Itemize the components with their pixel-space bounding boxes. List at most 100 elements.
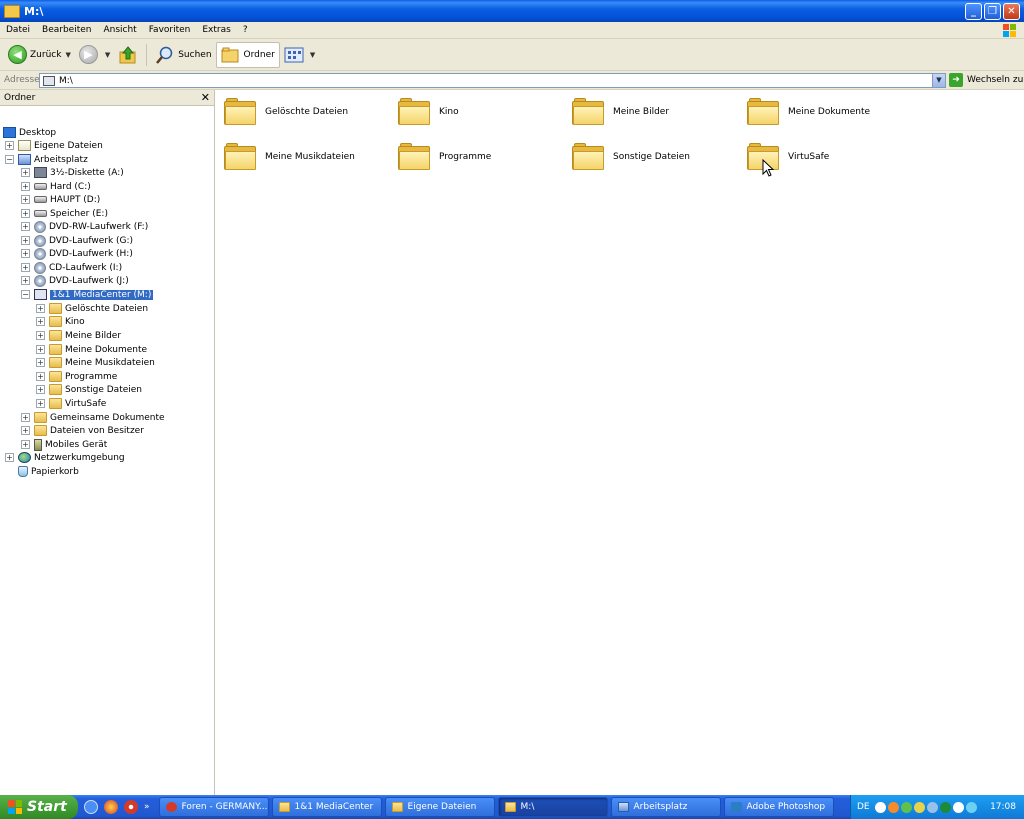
expand-icon[interactable]: + [36, 372, 45, 381]
chevron-down-icon[interactable]: ▼ [105, 51, 110, 59]
collapse-icon[interactable]: − [5, 155, 14, 164]
language-indicator[interactable]: DE [857, 802, 870, 812]
expand-icon[interactable]: + [21, 236, 30, 245]
task-mediacenter[interactable]: 1&1 MediaCenter [271, 797, 382, 817]
folder-item-kino[interactable]: Kino [398, 98, 459, 126]
tree-item-meine-bilder[interactable]: + Meine Bilder [36, 329, 121, 342]
folder-item-meine-dokumente[interactable]: Meine Dokumente [747, 98, 870, 126]
collapse-icon[interactable]: − [21, 290, 30, 299]
expand-icon[interactable]: + [36, 358, 45, 367]
expand-icon[interactable]: + [36, 331, 45, 340]
tree-item-eigene-dateien[interactable]: + Eigene Dateien [5, 139, 103, 152]
opera-icon[interactable] [124, 800, 138, 814]
menu-ansicht[interactable]: Ansicht [97, 25, 142, 35]
expand-icon[interactable]: + [21, 440, 30, 449]
expand-icon[interactable]: + [21, 426, 30, 435]
expand-icon[interactable]: + [21, 209, 30, 218]
tree-item-geloeschte-dateien[interactable]: + Gelöschte Dateien [36, 302, 148, 315]
search-button[interactable]: Suchen [151, 42, 215, 68]
tree-item-meine-musikdateien[interactable]: + Meine Musikdateien [36, 356, 155, 369]
menu-bearbeiten[interactable]: Bearbeiten [36, 25, 97, 35]
expand-icon[interactable]: + [5, 141, 14, 150]
antivirus-icon[interactable] [939, 801, 951, 813]
tree-item-mediacenter-m[interactable]: − 1&1 MediaCenter (M:) [21, 288, 154, 301]
views-button[interactable]: ▼ [280, 42, 319, 68]
menu-favoriten[interactable]: Favoriten [143, 25, 197, 35]
chevron-right-icon[interactable]: » [144, 802, 150, 812]
folder-item-sonstige-dateien[interactable]: Sonstige Dateien [572, 143, 690, 171]
browser-icon[interactable] [84, 800, 98, 814]
expand-icon[interactable]: + [21, 276, 30, 285]
tree-item-dvd-g[interactable]: + DVD-Laufwerk (G:) [21, 234, 133, 247]
tree-item-kino[interactable]: + Kino [36, 315, 85, 328]
folders-button[interactable]: Ordner [215, 41, 280, 68]
firefox-icon[interactable] [887, 801, 899, 813]
folder-item-meine-bilder[interactable]: Meine Bilder [572, 98, 669, 126]
back-arrow-icon[interactable] [874, 801, 886, 813]
menu-extras[interactable]: Extras [196, 25, 236, 35]
folder-item-geloeschte-dateien[interactable]: Gelöschte Dateien [224, 98, 348, 126]
tree-item-gemeinsame-dokumente[interactable]: + Gemeinsame Dokumente [21, 411, 165, 424]
tree-item-dateien-von-besitzer[interactable]: + Dateien von Besitzer [21, 424, 144, 437]
expand-icon[interactable]: + [21, 195, 30, 204]
tree-item-dvd-h[interactable]: + DVD-Laufwerk (H:) [21, 247, 133, 260]
expand-icon[interactable]: + [21, 182, 30, 191]
forward-button[interactable]: ▶ ▼ [75, 42, 114, 68]
expand-icon[interactable]: + [21, 263, 30, 272]
expand-icon[interactable]: + [21, 222, 30, 231]
tree-item-desktop[interactable]: Desktop [3, 126, 56, 139]
tree-item-netzwerkumgebung[interactable]: + Netzwerkumgebung [5, 451, 125, 464]
folder-item-meine-musikdateien[interactable]: Meine Musikdateien [224, 143, 355, 171]
shield-icon[interactable] [900, 801, 912, 813]
messenger-icon[interactable] [965, 801, 977, 813]
expand-icon[interactable]: + [21, 413, 30, 422]
minimize-button[interactable]: _ [965, 2, 982, 20]
start-button[interactable]: Start [0, 795, 78, 819]
folder-item-virtusafe[interactable]: VirtuSafe [747, 143, 829, 171]
chevron-down-icon[interactable]: ▼ [932, 74, 945, 87]
chevron-down-icon[interactable]: ▼ [65, 51, 70, 59]
task-eigene-dateien[interactable]: Eigene Dateien [384, 797, 495, 817]
clock[interactable]: 17:08 [990, 802, 1016, 812]
tree-item-arbeitsplatz[interactable]: − Arbeitsplatz [5, 153, 88, 166]
menu-help[interactable]: ? [237, 25, 254, 35]
menu-datei[interactable]: Datei [0, 25, 36, 35]
tree-item-programme[interactable]: + Programme [36, 370, 117, 383]
tree-item-hard-c[interactable]: + Hard (C:) [21, 180, 91, 193]
chevron-down-icon[interactable]: ▼ [310, 51, 315, 59]
tree-item-meine-dokumente[interactable]: + Meine Dokumente [36, 343, 147, 356]
back-button[interactable]: ◀ Zurück ▼ [4, 42, 75, 68]
tree-item-mobiles-geraet[interactable]: + Mobiles Gerät [21, 438, 107, 451]
tree-item-haupt-d[interactable]: + HAUPT (D:) [21, 193, 100, 206]
maximize-button[interactable]: ❐ [984, 2, 1001, 20]
network-icon[interactable] [926, 801, 938, 813]
tree-item-dvd-rw-f[interactable]: + DVD-RW-Laufwerk (F:) [21, 220, 148, 233]
up-folder-button[interactable] [114, 42, 142, 68]
task-foren[interactable]: Foren - GERMANY... [158, 797, 269, 817]
task-photoshop[interactable]: Adobe Photoshop [723, 797, 834, 817]
expand-icon[interactable]: + [36, 304, 45, 313]
tree-item-sonstige-dateien[interactable]: + Sonstige Dateien [36, 383, 142, 396]
expand-icon[interactable]: + [21, 249, 30, 258]
folder-item-programme[interactable]: Programme [398, 143, 491, 171]
go-button[interactable]: ➜ Wechseln zu [949, 73, 1023, 87]
tree-item-dvd-j[interactable]: + DVD-Laufwerk (J:) [21, 274, 129, 287]
tree-item-cd-i[interactable]: + CD-Laufwerk (I:) [21, 261, 122, 274]
close-icon[interactable]: ✕ [201, 91, 210, 104]
task-arbeitsplatz[interactable]: Arbeitsplatz [610, 797, 721, 817]
tree-item-speicher-e[interactable]: + Speicher (E:) [21, 207, 108, 220]
expand-icon[interactable]: + [21, 168, 30, 177]
address-input[interactable]: M:\ ▼ [39, 73, 946, 88]
security-icon[interactable] [913, 801, 925, 813]
close-button[interactable]: ✕ [1003, 2, 1020, 20]
task-m-drive[interactable]: M:\ [497, 797, 608, 817]
tree-item-virtusafe[interactable]: + VirtuSafe [36, 397, 106, 410]
expand-icon[interactable]: + [5, 453, 14, 462]
expand-icon[interactable]: + [36, 345, 45, 354]
expand-icon[interactable]: + [36, 385, 45, 394]
media-icon[interactable] [104, 800, 118, 814]
expand-icon[interactable]: + [36, 399, 45, 408]
expand-icon[interactable]: + [36, 317, 45, 326]
volume-icon[interactable] [952, 801, 964, 813]
tree-item-diskette[interactable]: + 3½-Diskette (A:) [21, 166, 124, 179]
